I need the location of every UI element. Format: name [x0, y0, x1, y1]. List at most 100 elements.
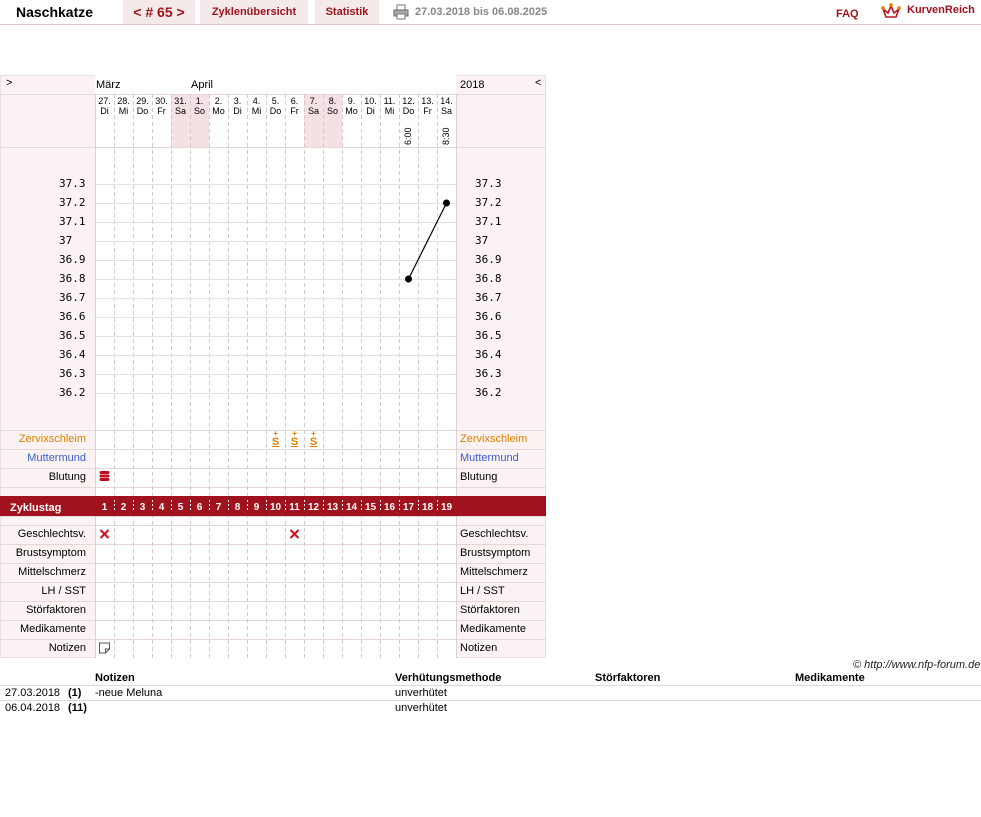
day-number: 5. [271, 96, 280, 106]
cycle-day-number[interactable]: 19 [437, 499, 456, 517]
nav-prev-button[interactable]: > [6, 77, 12, 89]
cycle-day-number[interactable]: 10 [266, 499, 285, 517]
logo-crown-icon [881, 3, 901, 18]
row-label-cervix-left: Zervixschleim [18, 433, 86, 445]
day-number: 30. [155, 96, 168, 106]
cycle-day-number[interactable]: 2 [114, 499, 133, 517]
row-date: 06.04.2018 [5, 702, 61, 714]
row-label-medication-left: Medikamente [19, 623, 86, 635]
cycle-day-number[interactable]: 12 [304, 499, 323, 517]
temp-label-left: 36.2 [59, 386, 86, 399]
day-number: 14. [440, 96, 453, 106]
col-header-method: Verhütungsmethode [395, 672, 502, 684]
cycle-day-number[interactable]: 18 [418, 499, 437, 517]
temp-label-left: 36.5 [59, 329, 86, 342]
day-name: Fr [157, 106, 166, 116]
cycle-day-number[interactable]: 11 [285, 499, 304, 517]
temp-label-right: 37.3 [475, 177, 502, 190]
copyright: © http://www.nfp-forum.de [853, 659, 981, 671]
row-label-bleeding-left: Blutung [48, 471, 86, 483]
cervix-mark: + S [271, 429, 280, 448]
row-label-medication-right: Medikamente [460, 623, 527, 635]
measurement-time: 6:00 [403, 127, 413, 145]
cycle-day-number[interactable]: 1 [95, 499, 114, 517]
logo-text: KurvenReich [907, 4, 975, 16]
bleeding-strong-icon [99, 478, 110, 481]
row-label-bleeding-right: Blutung [460, 471, 498, 483]
cycle-day-number[interactable]: 6 [190, 499, 209, 517]
cycle-day-number[interactable]: 8 [228, 499, 247, 517]
day-number: 29. [136, 96, 149, 106]
table-row: 06.04.2018 (11) unverhütet [0, 700, 981, 716]
day-number: 13. [421, 96, 434, 106]
cycle-day-number[interactable]: 7 [209, 499, 228, 517]
row-label-lh-left: LH / SST [41, 585, 86, 597]
cervix-mark: + S [309, 429, 318, 448]
row-label-breast-left: Brustsymptom [15, 547, 86, 559]
temp-label-left: 36.7 [59, 291, 86, 304]
temp-label-right: 36.3 [475, 367, 502, 380]
cycle-day-number[interactable]: 4 [152, 499, 171, 517]
faq-link[interactable]: FAQ [836, 8, 859, 20]
day-number: 28. [117, 96, 130, 106]
cycle-day-number[interactable]: 15 [361, 499, 380, 517]
cycle-day-number[interactable]: 13 [323, 499, 342, 517]
temp-label-right: 37.1 [475, 215, 502, 228]
temp-label-right: 36.7 [475, 291, 502, 304]
temp-label-left: 36.3 [59, 367, 86, 380]
day-name: So [326, 106, 338, 116]
row-cycle-day: (1) [68, 687, 82, 699]
row-label-intercourse-left: Geschlechtsv. [17, 528, 86, 540]
day-number: 12. [402, 96, 415, 106]
temp-label-right: 36.6 [475, 310, 502, 323]
day-name: Do [269, 106, 282, 116]
row-method: unverhütet [395, 687, 447, 699]
tab-statistics[interactable]: Statistik [315, 0, 379, 24]
day-name: Sa [440, 106, 452, 116]
day-name: Mi [118, 106, 129, 116]
cycle-day-number[interactable]: 3 [133, 499, 152, 517]
day-name: Sa [174, 106, 186, 116]
tab-cycle-overview[interactable]: Zyklenübersicht [200, 0, 308, 24]
temperature-point [405, 275, 412, 283]
temp-label-left: 37 [59, 234, 73, 247]
day-number: 11. [383, 96, 396, 106]
print-icon[interactable] [393, 4, 409, 20]
date-range: 27.03.2018 bis 06.08.2025 [415, 6, 548, 18]
temperature-point [443, 199, 450, 207]
day-name: Fr [423, 106, 432, 116]
row-cycle-day: (11) [68, 702, 87, 714]
row-label-notes-right: Notizen [460, 642, 498, 654]
cycle-day-number[interactable]: 5 [171, 499, 190, 517]
table-row: 27.03.2018 (1) -neue Meluna unverhütet [0, 685, 981, 701]
temp-label-right: 36.8 [475, 272, 502, 285]
row-note: -neue Meluna [95, 687, 163, 699]
cycle-day-number[interactable]: 14 [342, 499, 361, 517]
day-number: 10. [364, 96, 377, 106]
cycle-navigation[interactable]: < # 65 > [123, 0, 195, 24]
day-name: Do [136, 106, 149, 116]
cycle-day-number[interactable]: 9 [247, 499, 266, 517]
month-label-maerz: März [96, 79, 121, 91]
plot-area [95, 75, 456, 658]
day-name: Fr [290, 106, 299, 116]
day-name: Mi [251, 106, 262, 116]
day-name: Mi [384, 106, 395, 116]
cervix-mark: + S [290, 429, 299, 448]
cycle-day-number[interactable]: 17 [399, 499, 418, 517]
cycle-day-number[interactable]: 16 [380, 499, 399, 517]
temp-label-left: 37.3 [59, 177, 86, 190]
temp-label-left: 37.1 [59, 215, 86, 228]
day-name: Di [366, 106, 375, 116]
temp-label-right: 36.9 [475, 253, 502, 266]
day-name: Di [233, 106, 242, 116]
day-name: So [193, 106, 205, 116]
nav-next-button[interactable]: < [535, 77, 541, 89]
row-label-cervix-os-left: Muttermund [27, 452, 86, 464]
day-name: Di [100, 106, 109, 116]
temp-label-right: 37 [475, 234, 489, 247]
day-number: 1. [195, 96, 204, 106]
row-label-midpain-left: Mittelschmerz [18, 566, 86, 578]
day-number: 2. [214, 96, 223, 106]
user-name: Naschkatze [16, 4, 94, 20]
